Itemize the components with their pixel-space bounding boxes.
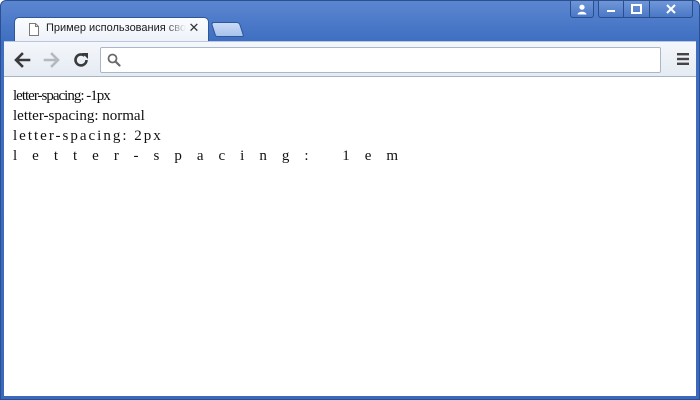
window-controls — [570, 1, 693, 19]
minimize-icon[interactable] — [598, 1, 624, 18]
close-icon[interactable] — [650, 1, 693, 18]
arrow-right-icon[interactable] — [42, 50, 62, 70]
search-icon — [107, 53, 121, 67]
maximize-icon[interactable] — [624, 1, 650, 18]
person-icon[interactable] — [570, 1, 594, 18]
text-line-negative-spacing: letter-spacing: -1px — [13, 88, 111, 104]
hamburger-menu-icon[interactable] — [675, 51, 691, 69]
tab-active[interactable]: Пример использования свойства letter-spa… — [14, 17, 209, 41]
reload-icon[interactable] — [71, 50, 91, 70]
new-tab-button[interactable] — [210, 22, 245, 37]
address-input[interactable] — [127, 51, 656, 69]
tab-title: Пример использования свойства letter-spa… — [46, 22, 186, 34]
page-viewport: letter-spacing: -1px letter-spacing: nor… — [4, 77, 696, 396]
address-bar[interactable] — [100, 47, 661, 73]
text-line-2px-spacing: letter-spacing: 2px — [13, 128, 163, 144]
tab-strip: Пример использования свойства letter-spa… — [1, 1, 699, 41]
tab-close-icon[interactable]: ✕ — [188, 21, 200, 34]
text-line-1em-spacing: letter-spacing: 1em — [13, 148, 414, 164]
text-line-normal-spacing: letter-spacing: normal — [13, 108, 145, 124]
page-content: letter-spacing: -1px letter-spacing: nor… — [4, 77, 696, 166]
page-icon — [29, 23, 39, 36]
browser-toolbar — [4, 41, 696, 77]
arrow-left-icon[interactable] — [12, 50, 32, 70]
browser-window: Пример использования свойства letter-spa… — [0, 0, 700, 400]
